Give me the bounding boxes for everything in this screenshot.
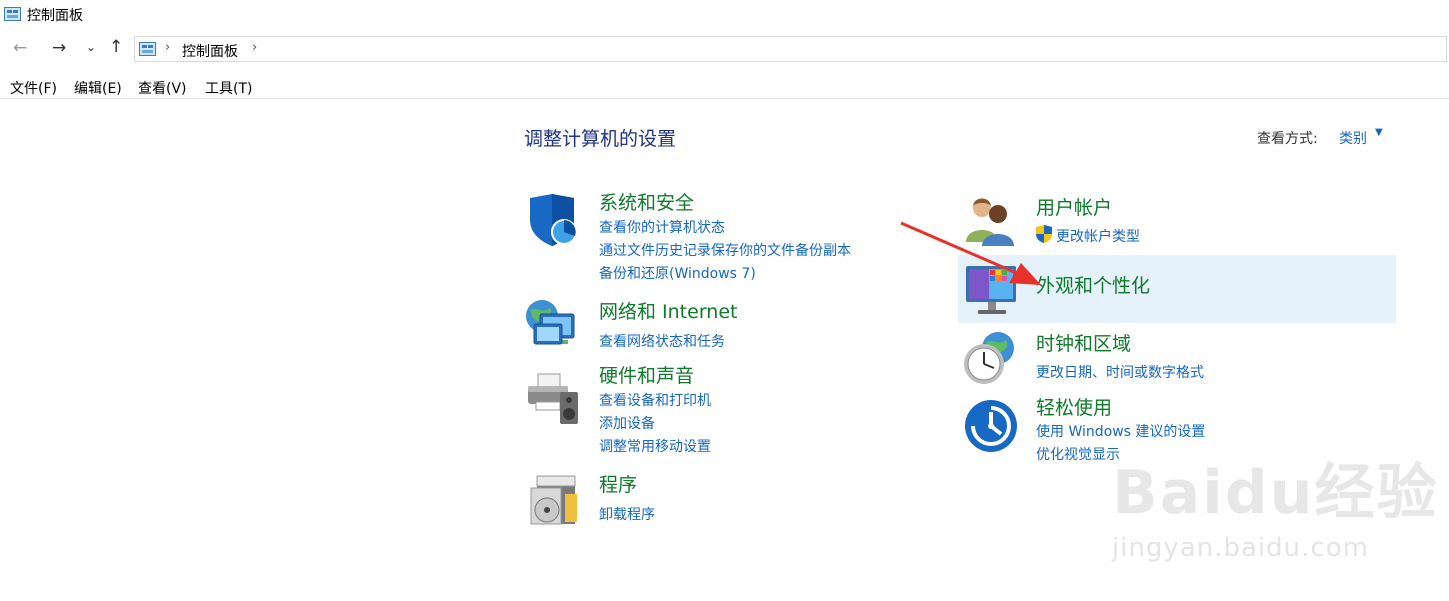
clock-globe-icon xyxy=(964,332,1014,384)
category-user-accounts[interactable]: 用户帐户 xyxy=(1036,193,1112,220)
menu-edit[interactable]: 编辑(E) xyxy=(74,78,122,98)
category-programs[interactable]: 程序 xyxy=(599,470,637,497)
network-globe-icon xyxy=(526,300,575,345)
breadcrumb-separator[interactable]: › xyxy=(165,40,170,55)
link-devices-printers[interactable]: 查看设备和打印机 xyxy=(599,390,711,410)
menu-view[interactable]: 查看(V) xyxy=(138,78,187,98)
menu-tools[interactable]: 工具(T) xyxy=(205,78,252,98)
up-button[interactable]: ↑ xyxy=(109,37,123,57)
link-backup-restore[interactable]: 备份和还原(Windows 7) xyxy=(599,263,756,283)
breadcrumb-control-panel[interactable]: 控制面板 xyxy=(182,41,238,61)
ease-of-access-icon xyxy=(965,400,1017,452)
category-clock-region[interactable]: 时钟和区域 xyxy=(1036,329,1131,356)
title-bar: 控制面板 xyxy=(0,0,1449,30)
page-title: 调整计算机的设置 xyxy=(524,128,677,150)
view-by-label: 查看方式: xyxy=(1257,131,1318,147)
link-change-date-time-format[interactable]: 更改日期、时间或数字格式 xyxy=(1036,362,1204,382)
link-file-history-backup[interactable]: 通过文件历史记录保存你的文件备份副本 xyxy=(599,240,851,260)
category-appearance-personalization[interactable]: 外观和个性化 xyxy=(1036,271,1150,298)
link-mobility-settings[interactable]: 调整常用移动设置 xyxy=(599,436,711,456)
link-uninstall-program[interactable]: 卸载程序 xyxy=(599,504,655,524)
link-view-computer-status[interactable]: 查看你的计算机状态 xyxy=(599,217,725,237)
menu-file[interactable]: 文件(F) xyxy=(10,78,57,98)
category-network-internet[interactable]: 网络和 Internet xyxy=(599,297,737,324)
watermark-url: jingyan.baidu.com xyxy=(1112,533,1369,563)
printer-speaker-icon xyxy=(528,373,578,424)
chevron-down-icon[interactable]: ▼ xyxy=(1375,127,1383,138)
address-bar[interactable]: › 控制面板 › xyxy=(134,36,1447,62)
link-add-device[interactable]: 添加设备 xyxy=(599,413,655,433)
programs-disc-icon xyxy=(530,475,577,525)
view-by-dropdown[interactable]: 类别 xyxy=(1339,128,1367,148)
shield-icon xyxy=(530,194,577,246)
category-system-security[interactable]: 系统和安全 xyxy=(599,188,694,215)
link-change-account-type[interactable]: 更改帐户类型 xyxy=(1056,226,1140,246)
link-optimize-visual-display[interactable]: 优化视觉显示 xyxy=(1036,444,1120,464)
window-title: 控制面板 xyxy=(27,8,83,24)
baidu-watermark-logo: Baidu经验 xyxy=(1112,458,1439,528)
forward-button[interactable]: → xyxy=(52,38,66,58)
link-recommended-settings[interactable]: 使用 Windows 建议的设置 xyxy=(1036,421,1205,441)
back-button[interactable]: ← xyxy=(13,38,27,58)
category-hardware-sound[interactable]: 硬件和声音 xyxy=(599,361,694,388)
category-ease-of-access[interactable]: 轻松使用 xyxy=(1036,393,1112,420)
annotation-arrow-icon xyxy=(900,221,1041,285)
control-panel-icon xyxy=(4,7,21,21)
breadcrumb-separator[interactable]: › xyxy=(252,40,257,55)
link-network-status[interactable]: 查看网络状态和任务 xyxy=(599,331,725,351)
recent-locations-button[interactable]: ⌄ xyxy=(86,40,96,54)
control-panel-icon xyxy=(139,42,156,56)
menu-bar: 文件(F) 编辑(E) 查看(V) 工具(T) xyxy=(0,74,1449,99)
